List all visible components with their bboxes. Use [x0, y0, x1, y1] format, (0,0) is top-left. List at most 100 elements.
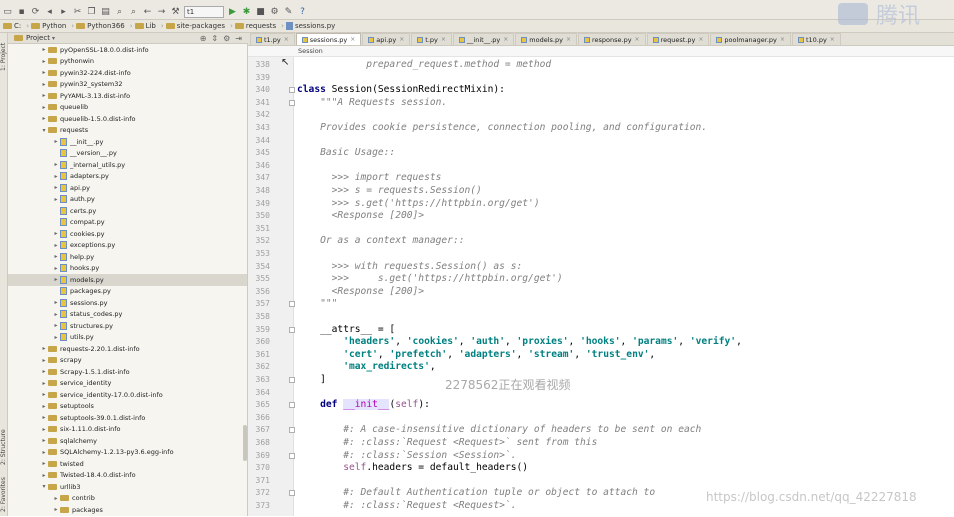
- editor-tab[interactable]: t.py ×: [411, 33, 452, 45]
- chevron-right-icon[interactable]: ▸: [40, 403, 48, 410]
- fold-marker-icon[interactable]: [289, 377, 295, 383]
- tree-file-item[interactable]: ▸ sessions.py: [8, 297, 247, 309]
- tree-folder-item[interactable]: ▾ urllib3: [8, 481, 247, 493]
- tree-folder-item[interactable]: ▸ twisted: [8, 458, 247, 470]
- editor-tab[interactable]: t10.py ×: [791, 33, 841, 45]
- copy-icon[interactable]: ❐: [86, 6, 97, 17]
- close-icon[interactable]: ×: [399, 36, 404, 43]
- tree-folder-item[interactable]: ▸ PyYAML-3.13.dist-info: [8, 90, 247, 102]
- chevron-right-icon[interactable]: ▸: [52, 184, 60, 191]
- tree-folder-item[interactable]: ▸ contrib: [8, 493, 247, 505]
- code-line[interactable]: """A Requests session.: [297, 97, 447, 110]
- editor-tab[interactable]: request.py ×: [646, 33, 710, 45]
- editor-tab[interactable]: __init__.py ×: [452, 33, 515, 45]
- tree-file-item[interactable]: ▸ structures.py: [8, 320, 247, 332]
- fold-marker-icon[interactable]: [289, 326, 295, 333]
- chevron-right-icon[interactable]: ▸: [52, 322, 60, 329]
- tree-scrollbar[interactable]: [243, 425, 247, 461]
- code-line[interactable]: <Response [200]>: [297, 286, 424, 299]
- tree-folder-item[interactable]: ▾ requests: [8, 125, 247, 137]
- code-line[interactable]: self.headers = default_headers(): [297, 462, 528, 475]
- chevron-right-icon[interactable]: ▸: [52, 265, 60, 272]
- fold-marker-icon[interactable]: [289, 87, 295, 94]
- chevron-right-icon[interactable]: ▸: [52, 334, 60, 341]
- tree-file-item[interactable]: ▸ api.py: [8, 182, 247, 194]
- chevron-right-icon[interactable]: ▸: [52, 253, 60, 260]
- tree-folder-item[interactable]: ▸ scrapy: [8, 355, 247, 367]
- nav-crumb[interactable]: Python: [31, 22, 66, 30]
- tree-folder-item[interactable]: ▸ pyOpenSSL-18.0.0.dist-info: [8, 44, 247, 56]
- tree-folder-item[interactable]: ▸ pywin32_system32: [8, 79, 247, 91]
- code-line[interactable]: #: :class:`Session <Session>`.: [297, 450, 516, 463]
- chevron-right-icon[interactable]: ▸: [40, 81, 48, 88]
- nav-crumb[interactable]: C:: [3, 22, 21, 30]
- tree-file-item[interactable]: packages.py: [8, 286, 247, 298]
- fold-marker-icon[interactable]: [289, 427, 295, 434]
- nav-forward-icon[interactable]: →: [156, 6, 167, 17]
- sync-icon[interactable]: ⟳: [30, 6, 41, 17]
- tree-folder-item[interactable]: ▸ pythonwin: [8, 56, 247, 68]
- tree-file-item[interactable]: ▸ cookies.py: [8, 228, 247, 240]
- editor-tab[interactable]: models.py ×: [515, 33, 577, 45]
- chevron-right-icon[interactable]: ▸: [40, 104, 48, 111]
- code-line[interactable]: >>> s.get('https://httpbin.org/get'): [297, 198, 540, 211]
- run-config-select[interactable]: t1: [184, 5, 224, 18]
- code-line[interactable]: 'headers', 'cookies', 'auth', 'proxies',…: [297, 336, 742, 349]
- tree-file-item[interactable]: ▸ auth.py: [8, 194, 247, 206]
- chevron-right-icon[interactable]: ▸: [40, 460, 48, 467]
- close-icon[interactable]: ×: [284, 36, 289, 43]
- vcs-icon[interactable]: ⚙: [269, 6, 280, 17]
- chevron-right-icon[interactable]: ▸: [40, 368, 48, 375]
- editor-tab[interactable]: api.py ×: [362, 33, 411, 45]
- help-icon[interactable]: ?: [297, 6, 308, 17]
- run-icon[interactable]: ▶: [227, 6, 238, 17]
- favorites-tool-tab[interactable]: 2: Favorites: [0, 473, 8, 517]
- code-line[interactable]: #: :class:`Request <Request>` sent from …: [297, 437, 597, 450]
- tree-file-item[interactable]: compat.py: [8, 217, 247, 229]
- nav-crumb[interactable]: site-packages: [165, 22, 225, 30]
- chevron-right-icon[interactable]: ▸: [40, 69, 48, 76]
- tree-folder-item[interactable]: ▸ Twisted-18.4.0.dist-info: [8, 470, 247, 482]
- build-icon[interactable]: ⚒: [170, 6, 181, 17]
- fold-marker-icon[interactable]: [289, 452, 295, 459]
- chevron-right-icon[interactable]: ▸: [40, 46, 48, 53]
- code-line[interactable]: <Response [200]>: [297, 210, 424, 223]
- tree-file-item[interactable]: ▸ utils.py: [8, 332, 247, 344]
- cut-icon[interactable]: ✂: [72, 6, 83, 17]
- code-line[interactable]: class Session(SessionRedirectMixin):: [297, 84, 505, 97]
- chevron-right-icon[interactable]: ▸: [40, 449, 48, 456]
- tree-file-item[interactable]: ▸ hooks.py: [8, 263, 247, 275]
- debug-icon[interactable]: ✱: [241, 6, 252, 17]
- tree-folder-item[interactable]: ▸ service_identity-17.0.0.dist-info: [8, 389, 247, 401]
- chevron-right-icon[interactable]: ▸: [40, 357, 48, 364]
- tree-file-item[interactable]: ▸ exceptions.py: [8, 240, 247, 252]
- forward-icon[interactable]: ▸: [58, 6, 69, 17]
- tree-folder-item[interactable]: ▸ requests-2.20.1.dist-info: [8, 343, 247, 355]
- editor-breadcrumb[interactable]: Session: [248, 46, 954, 57]
- close-icon[interactable]: ×: [635, 36, 640, 43]
- settings-icon[interactable]: ✎: [283, 6, 294, 17]
- tree-file-item[interactable]: ▸ adapters.py: [8, 171, 247, 183]
- locate-icon[interactable]: ⊕: [200, 34, 207, 43]
- close-icon[interactable]: ×: [350, 36, 355, 43]
- nav-crumb[interactable]: Python366: [76, 22, 125, 30]
- close-icon[interactable]: ×: [441, 36, 446, 43]
- find-icon[interactable]: ⌕: [114, 6, 125, 17]
- chevron-down-icon[interactable]: ▾: [40, 483, 48, 490]
- tree-file-item[interactable]: __version__.py: [8, 148, 247, 160]
- code-line[interactable]: >>> with requests.Session() as s:: [297, 261, 523, 274]
- chevron-right-icon[interactable]: ▸: [52, 495, 60, 502]
- close-icon[interactable]: ×: [698, 36, 703, 43]
- chevron-right-icon[interactable]: ▸: [52, 161, 60, 168]
- code-line[interactable]: def __init__(self):: [297, 399, 430, 412]
- chevron-right-icon[interactable]: ▸: [52, 173, 60, 180]
- editor-tab[interactable]: poolmanager.py ×: [710, 33, 791, 45]
- back-icon[interactable]: ◂: [44, 6, 55, 17]
- editor-tab[interactable]: sessions.py ×: [295, 33, 362, 45]
- project-tool-tab[interactable]: 1: Project: [0, 37, 8, 77]
- nav-crumb[interactable]: Lib: [134, 22, 156, 30]
- chevron-right-icon[interactable]: ▸: [40, 345, 48, 352]
- paste-icon[interactable]: ▤: [100, 6, 111, 17]
- chevron-right-icon[interactable]: ▸: [40, 414, 48, 421]
- chevron-down-icon[interactable]: ▾: [40, 127, 48, 134]
